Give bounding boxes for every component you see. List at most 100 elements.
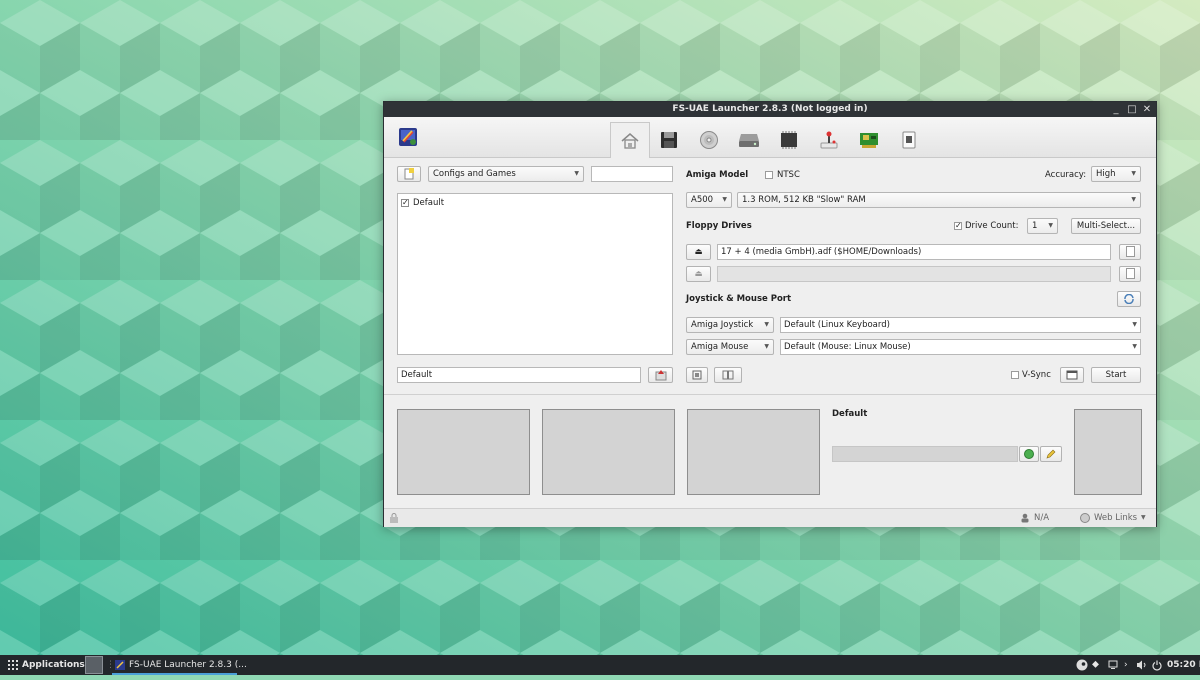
port2-type-value: Amiga Mouse (691, 342, 749, 352)
chevron-down-icon: ▼ (1131, 170, 1136, 177)
drive-count-label: Drive Count: (965, 221, 1019, 231)
steam-icon (1076, 659, 1088, 671)
drive-count-value: 1 (1032, 221, 1038, 231)
screenshot-slot-2[interactable] (542, 409, 675, 495)
list-item-icon: ✓ (401, 198, 409, 207)
status-bar: N/A Web Links ▼ (384, 508, 1156, 527)
model-value: A500 (691, 195, 714, 205)
chevron-down-icon: ▼ (1141, 514, 1146, 521)
search-input[interactable] (591, 166, 673, 182)
source-select-value: Configs and Games (433, 169, 516, 179)
port1-device-select[interactable]: Default (Linux Keyboard) ▼ (780, 317, 1141, 333)
taskbar: Applications ⋮ FS-UAE Launcher 2.8.3 (..… (0, 655, 1200, 675)
eject-drive2-button[interactable]: ⏏ (686, 266, 711, 282)
window-title: FS-UAE Launcher 2.8.3 (Not logged in) (672, 104, 868, 114)
lock-icon (390, 513, 398, 523)
accuracy-value: High (1096, 169, 1116, 179)
expansion-card-icon (860, 132, 878, 148)
toolbar (384, 117, 1156, 158)
chevron-down-icon: ▼ (1132, 321, 1137, 328)
tab-home[interactable] (610, 122, 650, 158)
port2-device-select[interactable]: Default (Mouse: Linux Mouse) ▼ (780, 339, 1141, 355)
tab-joystick[interactable] (810, 122, 848, 157)
drive-count-checkbox[interactable]: ✓ (954, 222, 962, 230)
save-icon (655, 370, 666, 381)
start-button[interactable]: Start (1091, 367, 1141, 383)
drive-count-select[interactable]: 1 ▼ (1027, 218, 1058, 234)
screenshot-slot-3[interactable] (687, 409, 820, 495)
browse-drive1-button[interactable] (1119, 244, 1141, 260)
fs-uae-logo-icon[interactable] (398, 127, 418, 147)
dropbox-icon[interactable]: ⬥ (1092, 655, 1099, 675)
config-list[interactable]: ✓ Default (397, 193, 673, 355)
refresh-devices-button[interactable] (1117, 291, 1141, 307)
model-variant-select[interactable]: 1.3 ROM, 512 KB "Slow" RAM ▼ (737, 192, 1141, 208)
document-icon (1125, 246, 1135, 257)
vsync-checkbox[interactable] (1011, 371, 1019, 379)
tab-cdrom[interactable] (690, 122, 728, 157)
workspace-switcher[interactable] (85, 656, 103, 674)
port1-device-value: Default (Linux Keyboard) (784, 320, 890, 330)
accuracy-label: Accuracy: (1045, 170, 1087, 180)
chevron-down-icon: ▼ (1132, 343, 1137, 350)
tab-hard-drive[interactable] (730, 122, 768, 157)
save-config-button[interactable] (648, 367, 673, 383)
game-title: Default (832, 409, 868, 419)
source-select[interactable]: Configs and Games ▼ (428, 166, 584, 182)
eject-drive1-button[interactable]: ⏏ (686, 244, 711, 260)
tab-floppy[interactable] (650, 122, 688, 157)
applications-menu[interactable]: Applications (22, 655, 85, 675)
document-icon (1125, 268, 1135, 279)
maximize-button[interactable]: □ (1126, 102, 1138, 117)
browse-drive2-button[interactable] (1119, 266, 1141, 282)
rating-field (832, 446, 1018, 462)
chevron-right-icon[interactable]: › (1124, 655, 1128, 675)
tab-chip[interactable] (770, 122, 808, 157)
chevron-down-icon: ▼ (1048, 222, 1053, 229)
applications-grid-icon (8, 660, 18, 670)
display-icon (1108, 660, 1118, 669)
tab-additional[interactable] (890, 122, 928, 157)
accuracy-select[interactable]: High ▼ (1091, 166, 1141, 182)
ntsc-checkbox[interactable] (765, 171, 773, 179)
port2-device-value: Default (Mouse: Linux Mouse) (784, 342, 911, 352)
config-dialog-button[interactable] (686, 367, 708, 383)
task-button-launcher[interactable]: FS-UAE Launcher 2.8.3 (... (112, 655, 247, 675)
port1-type-select[interactable]: Amiga Joystick ▼ (686, 317, 774, 333)
new-document-icon (404, 168, 414, 180)
section-divider (384, 394, 1156, 395)
refresh-icon (1124, 293, 1134, 305)
drive2-path-field[interactable] (717, 266, 1111, 282)
chip-icon (781, 130, 797, 149)
fullscreen-button[interactable] (1060, 367, 1084, 383)
drive1-path-field[interactable]: 17 + 4 (media GmbH).adf ($HOME/Downloads… (717, 244, 1111, 260)
list-item[interactable]: Default (413, 197, 444, 209)
web-links-menu[interactable]: Web Links (1094, 512, 1137, 524)
clock[interactable]: 05:20 PM (1167, 655, 1200, 675)
close-button[interactable]: ✕ (1141, 102, 1153, 117)
new-config-button[interactable] (397, 166, 421, 182)
ports-heading: Joystick & Mouse Port (686, 294, 792, 304)
config-name-input[interactable]: Default (397, 367, 641, 383)
web-search-button[interactable] (1019, 446, 1039, 462)
chevron-down-icon: ▼ (574, 170, 579, 177)
minimize-button[interactable]: _ (1110, 102, 1122, 117)
window-titlebar[interactable]: FS-UAE Launcher 2.8.3 (Not logged in) _ … (384, 102, 1156, 117)
players-icon (1021, 513, 1029, 523)
tab-expansion[interactable] (850, 122, 888, 157)
model-select[interactable]: A500 ▼ (686, 192, 732, 208)
additional-config-icon (902, 131, 916, 148)
pencil-icon (1046, 449, 1056, 459)
multi-select-button[interactable]: Multi-Select... (1071, 218, 1141, 234)
power-icon (1152, 660, 1162, 671)
port2-type-select[interactable]: Amiga Mouse ▼ (686, 339, 774, 355)
volume-icon (1137, 660, 1146, 670)
edit-button[interactable] (1040, 446, 1062, 462)
screenshot-slot-1[interactable] (397, 409, 530, 495)
floppy-drives-heading: Floppy Drives (686, 221, 752, 231)
side-panel-button[interactable] (714, 367, 742, 383)
cover-art-slot[interactable] (1074, 409, 1142, 495)
window-icon (1066, 370, 1078, 380)
globe-icon (1024, 449, 1034, 459)
fs-uae-logo-icon (115, 660, 125, 670)
